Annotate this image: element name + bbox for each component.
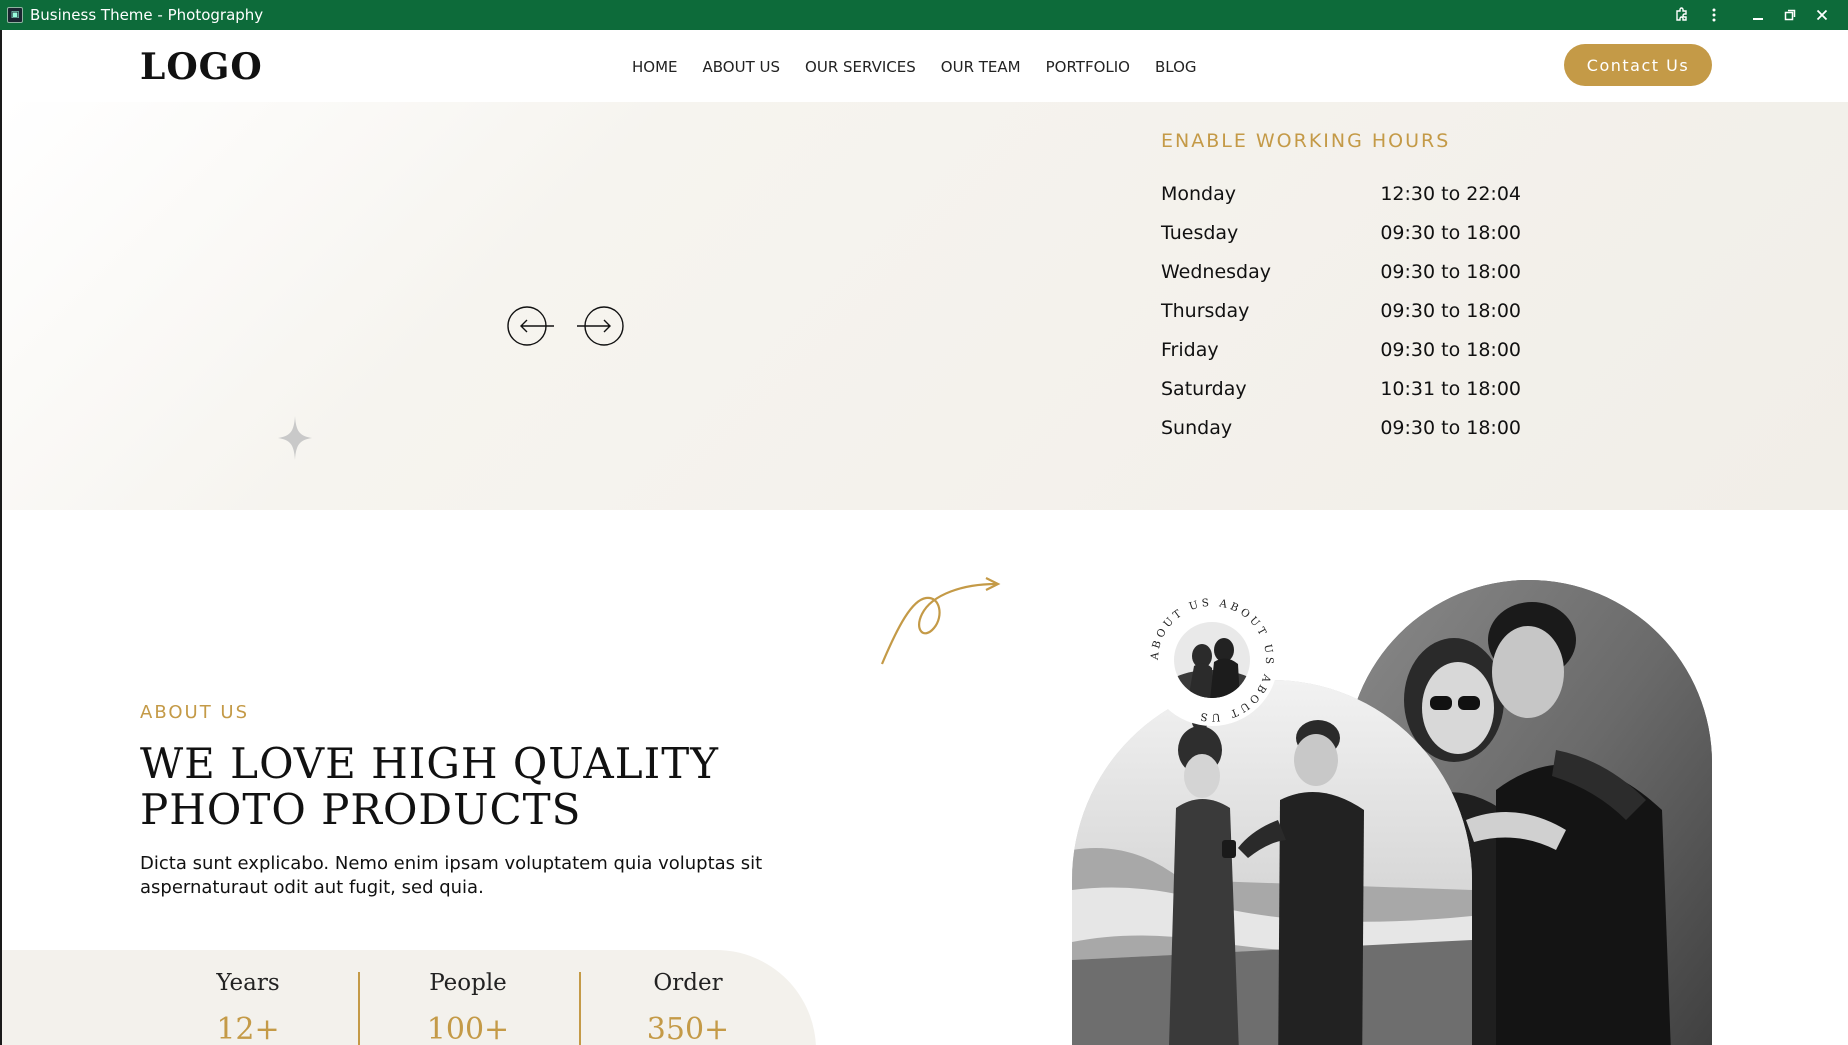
kebab-menu-icon[interactable] [1698, 0, 1730, 30]
working-hours-title: ENABLE WORKING HOURS [1161, 130, 1451, 152]
hours-day: Thursday [1161, 299, 1250, 322]
about-heading-line1: WE LOVE HIGH QUALITY [140, 739, 719, 788]
hours-row: Monday 12:30 to 22:04 [1161, 174, 1521, 213]
prev-slide-button[interactable] [501, 306, 555, 346]
nav-portfolio[interactable]: PORTFOLIO [1046, 58, 1130, 76]
app-icon: ▣ [7, 7, 23, 23]
stat-years: Years 12+ [148, 970, 348, 1045]
hours-time: 12:30 to 22:04 [1380, 182, 1521, 205]
arrow-left-icon [507, 306, 554, 346]
about-paragraph: Dicta sunt explicabo. Nemo enim ipsam vo… [140, 853, 763, 898]
hours-day: Friday [1161, 338, 1219, 361]
hours-row: Wednesday 09:30 to 18:00 [1161, 252, 1521, 291]
hours-time: 09:30 to 18:00 [1380, 416, 1521, 439]
sparkle-icon [278, 416, 312, 460]
swirl-arrow-icon [880, 577, 1001, 665]
nav-our-services[interactable]: OUR SERVICES [805, 58, 916, 76]
site-header: LOGO HOME ABOUT US OUR SERVICES OUR TEAM… [2, 30, 1848, 102]
hours-time: 09:30 to 18:00 [1380, 221, 1521, 244]
hours-day: Monday [1161, 182, 1237, 205]
working-hours: ENABLE WORKING HOURS Monday 12:30 to 22:0… [1161, 130, 1521, 447]
window-title: Business Theme - Photography [30, 6, 264, 24]
nav-about-us[interactable]: ABOUT US [703, 58, 781, 76]
stat-divider [358, 972, 360, 1045]
hours-row: Friday 09:30 to 18:00 [1161, 330, 1521, 369]
about-heading: WE LOVE HIGH QUALITY PHOTO PRODUCTS [140, 741, 820, 833]
hours-day: Saturday [1161, 377, 1247, 400]
hours-time: 09:30 to 18:00 [1380, 338, 1521, 361]
about-heading-line2: PHOTO PRODUCTS [140, 785, 582, 834]
hours-day: Wednesday [1161, 260, 1272, 283]
stat-label: People [429, 970, 507, 996]
hours-day: Tuesday [1161, 221, 1239, 244]
hours-row: Saturday 10:31 to 18:00 [1161, 369, 1521, 408]
nav-our-team[interactable]: OUR TEAM [941, 58, 1021, 76]
stat-value: 100+ [426, 1012, 510, 1045]
close-icon[interactable] [1806, 0, 1838, 30]
stat-label: Years [216, 970, 280, 996]
site-logo[interactable]: LOGO [140, 46, 263, 88]
restore-icon[interactable] [1774, 0, 1806, 30]
hours-row: Sunday 09:30 to 18:00 [1161, 408, 1521, 447]
hours-row: Tuesday 09:30 to 18:00 [1161, 213, 1521, 252]
next-slide-button[interactable] [576, 306, 630, 346]
stat-divider [579, 972, 581, 1045]
about-label: ABOUT US [140, 702, 250, 723]
stat-order: Order 350+ [588, 970, 788, 1045]
stats-panel: Years 12+ People 100+ Order 350+ [2, 950, 816, 1045]
hero-section: ENABLE WORKING HOURS Monday 12:30 to 22:0… [2, 102, 1848, 510]
stat-people: People 100+ [368, 970, 568, 1045]
window-titlebar: ▣ Business Theme - Photography [0, 0, 1848, 30]
contact-us-button[interactable]: Contact Us [1564, 44, 1712, 86]
stat-value: 350+ [646, 1012, 730, 1045]
nav-home[interactable]: HOME [632, 58, 678, 76]
stat-label: Order [653, 970, 723, 996]
about-us-badge: ABOUT US ABOUT US ABOUT US [1146, 594, 1278, 726]
extension-icon[interactable] [1666, 0, 1698, 30]
hours-time: 10:31 to 18:00 [1380, 377, 1521, 400]
main-nav: HOME ABOUT US OUR SERVICES OUR TEAM PORT… [632, 58, 1197, 76]
arrow-right-icon [577, 306, 624, 346]
stat-value: 12+ [216, 1012, 280, 1045]
hours-row: Thursday 09:30 to 18:00 [1161, 291, 1521, 330]
hours-day: Sunday [1161, 416, 1233, 439]
nav-blog[interactable]: BLOG [1155, 58, 1197, 76]
window-controls [1666, 0, 1838, 30]
hours-time: 09:30 to 18:00 [1380, 260, 1521, 283]
hours-time: 09:30 to 18:00 [1380, 299, 1521, 322]
minimize-icon[interactable] [1742, 0, 1774, 30]
